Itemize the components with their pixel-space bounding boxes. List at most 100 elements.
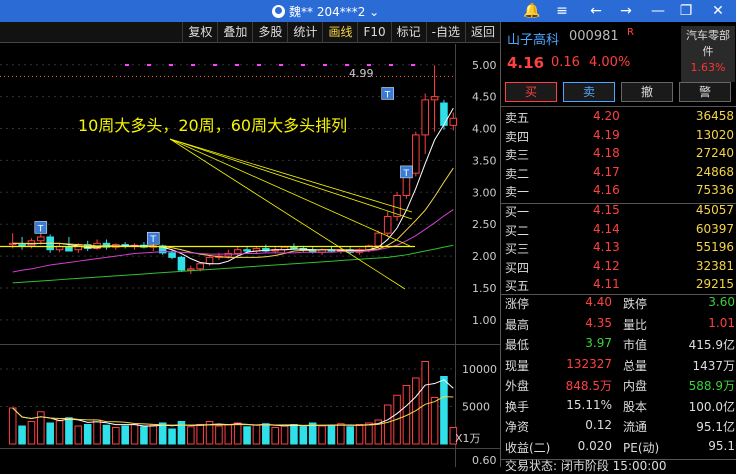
stat-label: 总量 — [623, 358, 648, 373]
bid-row[interactable]: 买四 4.12 32381 — [501, 259, 736, 278]
toolbar-item[interactable]: F10 — [357, 22, 390, 42]
stock-name[interactable]: 山子高科 — [507, 29, 559, 48]
volume-bar — [27, 421, 36, 445]
level-label: 卖二 — [505, 166, 530, 181]
bid-row[interactable]: 买二 4.14 60397 — [501, 222, 736, 241]
volume-bar — [318, 425, 326, 445]
candle-body — [65, 246, 73, 252]
level-price: 4.14 — [593, 221, 620, 236]
volume-bar — [93, 419, 101, 445]
axis-line — [455, 44, 456, 467]
minimize-icon[interactable]: — — [644, 0, 672, 22]
alert-button[interactable]: 警 — [679, 82, 731, 102]
toolbar-item[interactable]: 叠加 — [217, 22, 252, 42]
volume-bar — [158, 422, 167, 445]
signal-dot — [389, 64, 393, 66]
stat-value: 132327 — [566, 356, 612, 371]
cancel-order-button[interactable]: 撤 — [621, 82, 673, 102]
volume-bar — [8, 407, 17, 445]
price-tick-label: 1.00 — [472, 314, 497, 327]
signal-dot — [411, 64, 415, 66]
back-arrow-icon[interactable]: ← — [582, 0, 610, 22]
ask-row[interactable]: 卖三 4.18 27240 — [501, 146, 736, 165]
volume-bar — [196, 424, 204, 445]
sector-pct: 1.63% — [690, 61, 726, 74]
buy-button[interactable]: 买 — [505, 82, 557, 102]
title-bar: 魏** 204***2 ⌄ 🔔 ≡ ← → — ❐ ✕ — [0, 0, 736, 22]
ask-row[interactable]: 卖五 4.20 36458 — [501, 109, 736, 128]
restore-icon[interactable]: ❐ — [672, 0, 700, 22]
forward-arrow-icon[interactable]: → — [612, 0, 640, 22]
price-tick-label: 2.50 — [472, 218, 497, 231]
toolbar-item[interactable]: 复权 — [182, 22, 217, 42]
toolbar-item[interactable]: 标记 — [390, 22, 426, 42]
sector-box[interactable]: 汽车零部件 1.63% — [681, 26, 735, 82]
signal-dot — [323, 64, 327, 66]
stock-code: 000981 — [569, 29, 619, 44]
panel-divider — [0, 344, 500, 345]
stat-label: 涨停 — [505, 297, 530, 311]
signal-dot — [257, 64, 261, 66]
level-volume: 75336 — [695, 183, 734, 197]
level-price: 4.18 — [593, 146, 620, 160]
annotation-arrow — [169, 138, 406, 290]
ask-row[interactable]: 卖二 4.17 24868 — [501, 165, 736, 184]
bid-row[interactable]: 买五 4.11 29215 — [501, 277, 736, 296]
volume-bar — [74, 425, 83, 445]
stat-value: 1437万 — [692, 358, 735, 373]
ask-row[interactable]: 卖一 4.16 75336 — [501, 183, 736, 202]
signal-dot — [345, 64, 349, 66]
level-price: 4.12 — [593, 258, 620, 273]
user-account[interactable]: 魏** 204***2 ⌄ — [272, 0, 379, 22]
volume-bar — [149, 424, 158, 445]
volume-bar — [243, 426, 251, 445]
toolbar-item[interactable]: 多股 — [252, 22, 287, 42]
ask-book: 卖五 4.20 36458 卖四 4.19 13020 卖三 4.18 27240 卖二 4.17 2… — [501, 109, 736, 202]
level-label: 卖一 — [505, 185, 530, 199]
stat-label: 净资 — [505, 420, 530, 434]
price-tick-label: 4.00 — [472, 123, 497, 136]
volume-bar — [299, 426, 308, 445]
sell-button[interactable]: 卖 — [563, 82, 615, 102]
annotation-arrow — [169, 138, 413, 213]
level-volume: 45057 — [695, 203, 734, 217]
volume-bar — [430, 397, 439, 445]
bid-row[interactable]: 买一 4.15 45057 — [501, 203, 736, 222]
candle-body — [440, 102, 448, 126]
ask-row[interactable]: 卖四 4.19 13020 — [501, 128, 736, 147]
price-tick-label: 3.00 — [472, 186, 497, 199]
stat-label: 外盘 — [505, 379, 530, 393]
level-volume: 24868 — [695, 164, 734, 179]
trade-marker-text: T — [149, 235, 156, 245]
volume-bar — [65, 417, 73, 445]
volume-bar — [121, 425, 129, 445]
volume-bar — [168, 428, 176, 445]
stat-value: 588.9万 — [688, 379, 735, 393]
price-tick-label: 3.50 — [472, 154, 497, 167]
bell-icon[interactable]: 🔔 — [518, 0, 546, 22]
toolbar-item[interactable]: -自选 — [425, 22, 465, 42]
toolbar-item[interactable]: 画线 — [322, 22, 357, 42]
kline-chart[interactable]: 5.00 4.50 4.00 3.50 3.00 2.50 2.00 1.50 1.00 T T T T… — [0, 44, 500, 467]
level-label: 买四 — [505, 260, 530, 275]
trade-marker-text: T — [402, 169, 409, 179]
volume-tick-label: 10000 — [462, 363, 497, 376]
bid-row[interactable]: 买三 4.13 55196 — [501, 240, 736, 259]
toolbar-item[interactable]: 统计 — [287, 22, 322, 42]
panel-divider — [0, 448, 500, 449]
stats-row: 净资 0.12 流通 95.1亿 — [501, 418, 736, 439]
price-tick-label: 2.00 — [472, 250, 497, 263]
stat-value: 95.1亿 — [696, 420, 735, 434]
close-icon[interactable]: ✕ — [704, 0, 732, 22]
bid-book: 买一 4.15 45057 买二 4.14 60397 买三 4.13 55196 买四 4.12 3… — [501, 203, 736, 296]
volume-bar — [55, 420, 64, 445]
menu-icon[interactable]: ≡ — [548, 0, 576, 22]
volume-bar — [233, 422, 242, 445]
toolbar-item[interactable]: 返回 — [464, 22, 500, 42]
stat-value: 1.01 — [708, 315, 735, 330]
volume-bar — [327, 424, 336, 445]
candle-body — [290, 246, 298, 249]
volume-bar — [355, 424, 364, 445]
stat-label: 现量 — [505, 358, 530, 373]
volume-bar — [83, 424, 92, 445]
